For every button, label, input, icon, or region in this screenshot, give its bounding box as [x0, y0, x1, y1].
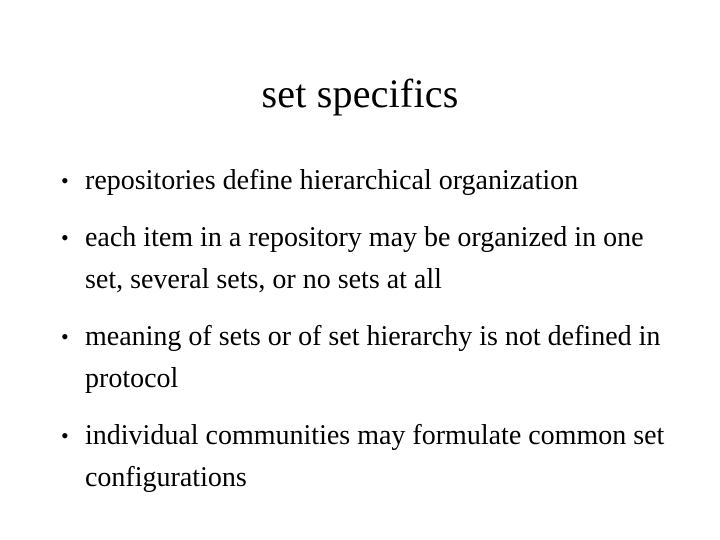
list-item: • repositories define hierarchical organ… — [52, 160, 682, 202]
bullet-icon: • — [61, 423, 69, 448]
presentation-slide: set specifics • repositories define hier… — [0, 0, 720, 540]
bullet-icon: • — [61, 168, 69, 193]
list-item: • each item in a repository may be organ… — [52, 217, 682, 301]
list-item-text: repositories define hierarchical organiz… — [85, 165, 579, 196]
list-item-text: each item in a repository may be organiz… — [85, 222, 644, 295]
list-item-text: meaning of sets or of set hierarchy is n… — [85, 321, 661, 394]
list-item-text: individual communities may formulate com… — [85, 420, 665, 493]
list-item: • meaning of sets or of set hierarchy is… — [52, 316, 682, 400]
list-item: • individual communities may formulate c… — [52, 415, 682, 499]
bullet-list: • repositories define hierarchical organ… — [52, 160, 682, 499]
bullet-icon: • — [61, 324, 69, 349]
bullet-icon: • — [61, 225, 69, 250]
page-title: set specifics — [261, 71, 459, 116]
